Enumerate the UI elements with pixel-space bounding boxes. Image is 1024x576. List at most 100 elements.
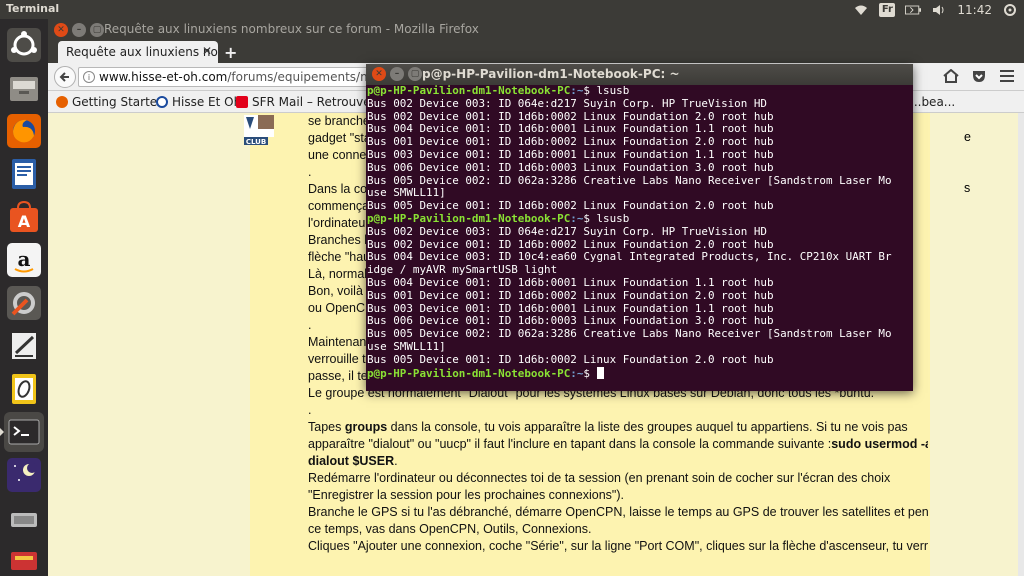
terminal-output-line: Bus 004 Device 003: ID 10c4:ea60 Cygnal … xyxy=(367,251,892,264)
terminal-output[interactable]: p@p-HP-Pavilion-dm1-Notebook-PC:~$ lsusb… xyxy=(366,85,913,391)
post-text-segment: flèche "hau xyxy=(308,250,371,264)
clipped-text-right-2: s xyxy=(964,181,971,195)
url-bar[interactable]: i www.hisse-et-oh.com/forums/equipements… xyxy=(78,67,378,87)
tools-icon[interactable] xyxy=(4,541,44,576)
terminal-output-line: Bus 002 Device 003: ID 064e:d217 Suyin C… xyxy=(367,225,767,238)
post-text-segment: Redémarre l'ordinateur ou déconnectes to… xyxy=(308,471,891,485)
terminal-output-line: Bus 001 Device 001: ID 1d6b:0002 Linux F… xyxy=(367,136,774,149)
post-text-segment: Dans la co xyxy=(308,182,368,196)
post-text-segment: dans la console, tu vois apparaître la l… xyxy=(387,420,908,434)
post-text-segment: l'ordinateu xyxy=(308,216,366,230)
draw-icon[interactable] xyxy=(4,369,44,409)
new-tab-button[interactable]: + xyxy=(224,43,237,62)
prompt-user-host: p@p-HP-Pavilion-dm1-Notebook-PC xyxy=(367,212,571,225)
terminal-minimize-button[interactable]: – xyxy=(390,67,404,81)
bookmark-hisse-et-oh[interactable]: Hisse Et Oh xyxy=(156,95,241,109)
active-app-indicator xyxy=(0,428,4,436)
files-icon[interactable] xyxy=(4,68,44,108)
post-text-segment: ou OpenC xyxy=(308,301,365,315)
terminal-output-line: Bus 001 Device 001: ID 1d6b:0002 Linux F… xyxy=(367,289,774,302)
post-text-segment: Tapes xyxy=(308,420,345,434)
bookmark-label: Getting Started xyxy=(72,95,165,109)
firefox-titlebar[interactable]: ✕ – ▢ Requête aux linuxiens nombreux sur… xyxy=(48,19,1024,41)
post-text-segment: . xyxy=(394,454,398,468)
amazon-icon[interactable]: a xyxy=(4,240,44,280)
terminal-output-line: Bus 002 Device 003: ID 064e:d217 Suyin C… xyxy=(367,97,767,110)
prompt-path: :~ xyxy=(570,85,584,97)
firefox-close-button[interactable]: ✕ xyxy=(54,23,68,37)
terminal-close-button[interactable]: ✕ xyxy=(372,67,386,81)
libreoffice-writer-icon[interactable] xyxy=(4,154,44,194)
firefox-minimize-button[interactable]: – xyxy=(72,23,86,37)
post-text-segment: "Enregistrer la session pour les prochai… xyxy=(308,488,624,502)
volume-icon[interactable] xyxy=(931,3,947,17)
battery-icon[interactable] xyxy=(905,3,922,17)
indicator-area: Fr 11:42 xyxy=(853,1,1018,18)
usb-drive-icon[interactable] xyxy=(4,498,44,538)
prompt-command: $ lsusb xyxy=(583,212,630,225)
night-sky-icon[interactable] xyxy=(4,455,44,495)
firefox-tabbar: Requête aux linuxiens nom ✕ + xyxy=(48,41,1024,63)
system-settings-icon[interactable] xyxy=(4,283,44,323)
terminal-output-line: use SMWLL11] xyxy=(367,187,446,200)
post-text-segment: gadget "sta xyxy=(308,131,371,145)
terminal-window[interactable]: ✕ – ▢ p@p-HP-Pavilion-dm1-Notebook-PC: ~… xyxy=(366,64,913,391)
page-left-strip xyxy=(48,113,250,576)
settings-gear-icon[interactable] xyxy=(1002,3,1018,17)
post-text-segment: Branches l xyxy=(308,233,368,247)
post-text-segment: Cliques "Ajouter une connexion, coche "S… xyxy=(308,539,928,553)
post-text-segment: apparaître "dialout" ou "uucp" il faut l… xyxy=(308,437,832,451)
tab-label: Requête aux linuxiens nom xyxy=(66,45,218,59)
prompt-command: $ xyxy=(583,366,597,380)
software-center-icon[interactable]: A xyxy=(4,197,44,237)
back-button[interactable] xyxy=(54,66,76,88)
post-text-segment: . xyxy=(308,318,312,332)
svg-text:CLUB: CLUB xyxy=(246,138,266,145)
text-editor-icon[interactable] xyxy=(4,326,44,366)
post-text-segment: . xyxy=(308,403,312,417)
terminal-output-line: Bus 002 Device 001: ID 1d6b:0002 Linux F… xyxy=(367,110,774,123)
site-info-icon[interactable]: i xyxy=(83,71,95,83)
terminal-output-line: Bus 005 Device 001: ID 1d6b:0002 Linux F… xyxy=(367,353,774,366)
club-avatar[interactable]: CLUB xyxy=(244,115,274,146)
bookmark-sfr-mail[interactable]: SFR Mail – Retrouvez xyxy=(236,95,377,109)
terminal-maximize-button[interactable]: ▢ xyxy=(408,67,422,81)
prompt-user-host: p@p-HP-Pavilion-dm1-Notebook-PC xyxy=(367,366,571,380)
post-bold-segment: sudo usermod -a -G xyxy=(831,437,928,451)
post-line: ce temps, vas dans OpenCPN, Outils, Conn… xyxy=(308,521,928,538)
firefox-window-title: Requête aux linuxiens nombreux sur ce fo… xyxy=(104,22,479,36)
post-line: apparaître "dialout" ou "uucp" il faut l… xyxy=(308,436,928,453)
wifi-icon[interactable] xyxy=(853,3,869,17)
home-icon[interactable] xyxy=(942,67,960,85)
firefox-icon[interactable] xyxy=(4,111,44,151)
menu-icon[interactable] xyxy=(998,67,1016,85)
bookmark-clipped[interactable]: ...bea... xyxy=(910,95,955,109)
tab-current[interactable]: Requête aux linuxiens nom ✕ xyxy=(58,41,218,63)
terminal-output-line: Bus 004 Device 001: ID 1d6b:0001 Linux F… xyxy=(367,276,774,289)
launcher: A a xyxy=(0,19,48,576)
bookmark-getting-started[interactable]: Getting Started xyxy=(56,95,165,109)
pocket-icon[interactable] xyxy=(970,67,988,85)
post-text-segment: Bon, voilà xyxy=(308,284,363,298)
post-text-segment: commença xyxy=(308,199,370,213)
post-text-segment: Maintenan xyxy=(308,335,367,349)
terminal-prompt-line: p@p-HP-Pavilion-dm1-Notebook-PC:~$ lsusb xyxy=(367,213,913,226)
page-scrollbar[interactable] xyxy=(1018,113,1024,576)
terminal-icon[interactable] xyxy=(4,412,44,452)
post-line: Tapes groups dans la console, tu vois ap… xyxy=(308,419,928,436)
terminal-output-line: Bus 006 Device 001: ID 1d6b:0003 Linux F… xyxy=(367,161,774,174)
terminal-output-line: Bus 006 Device 001: ID 1d6b:0003 Linux F… xyxy=(367,315,774,328)
prompt-command: $ lsusb xyxy=(583,85,630,97)
clock[interactable]: 11:42 xyxy=(957,3,992,17)
keyboard-layout-indicator[interactable]: Fr xyxy=(879,2,896,17)
bookmark-label: ...bea... xyxy=(910,95,956,109)
terminal-prompt-line: p@p-HP-Pavilion-dm1-Notebook-PC:~$ xyxy=(367,366,913,380)
sfr-icon xyxy=(236,96,248,108)
active-app-title: Terminal xyxy=(6,2,60,15)
ubuntu-dash-icon[interactable] xyxy=(4,25,44,65)
terminal-output-line: Bus 002 Device 001: ID 1d6b:0002 Linux F… xyxy=(367,238,774,251)
tab-close-icon[interactable]: ✕ xyxy=(202,44,212,58)
terminal-titlebar[interactable]: ✕ – ▢ p@p-HP-Pavilion-dm1-Notebook-PC: ~ xyxy=(366,64,913,85)
firefox-maximize-button[interactable]: ▢ xyxy=(90,23,104,37)
prompt-user-host: p@p-HP-Pavilion-dm1-Notebook-PC xyxy=(367,85,571,97)
